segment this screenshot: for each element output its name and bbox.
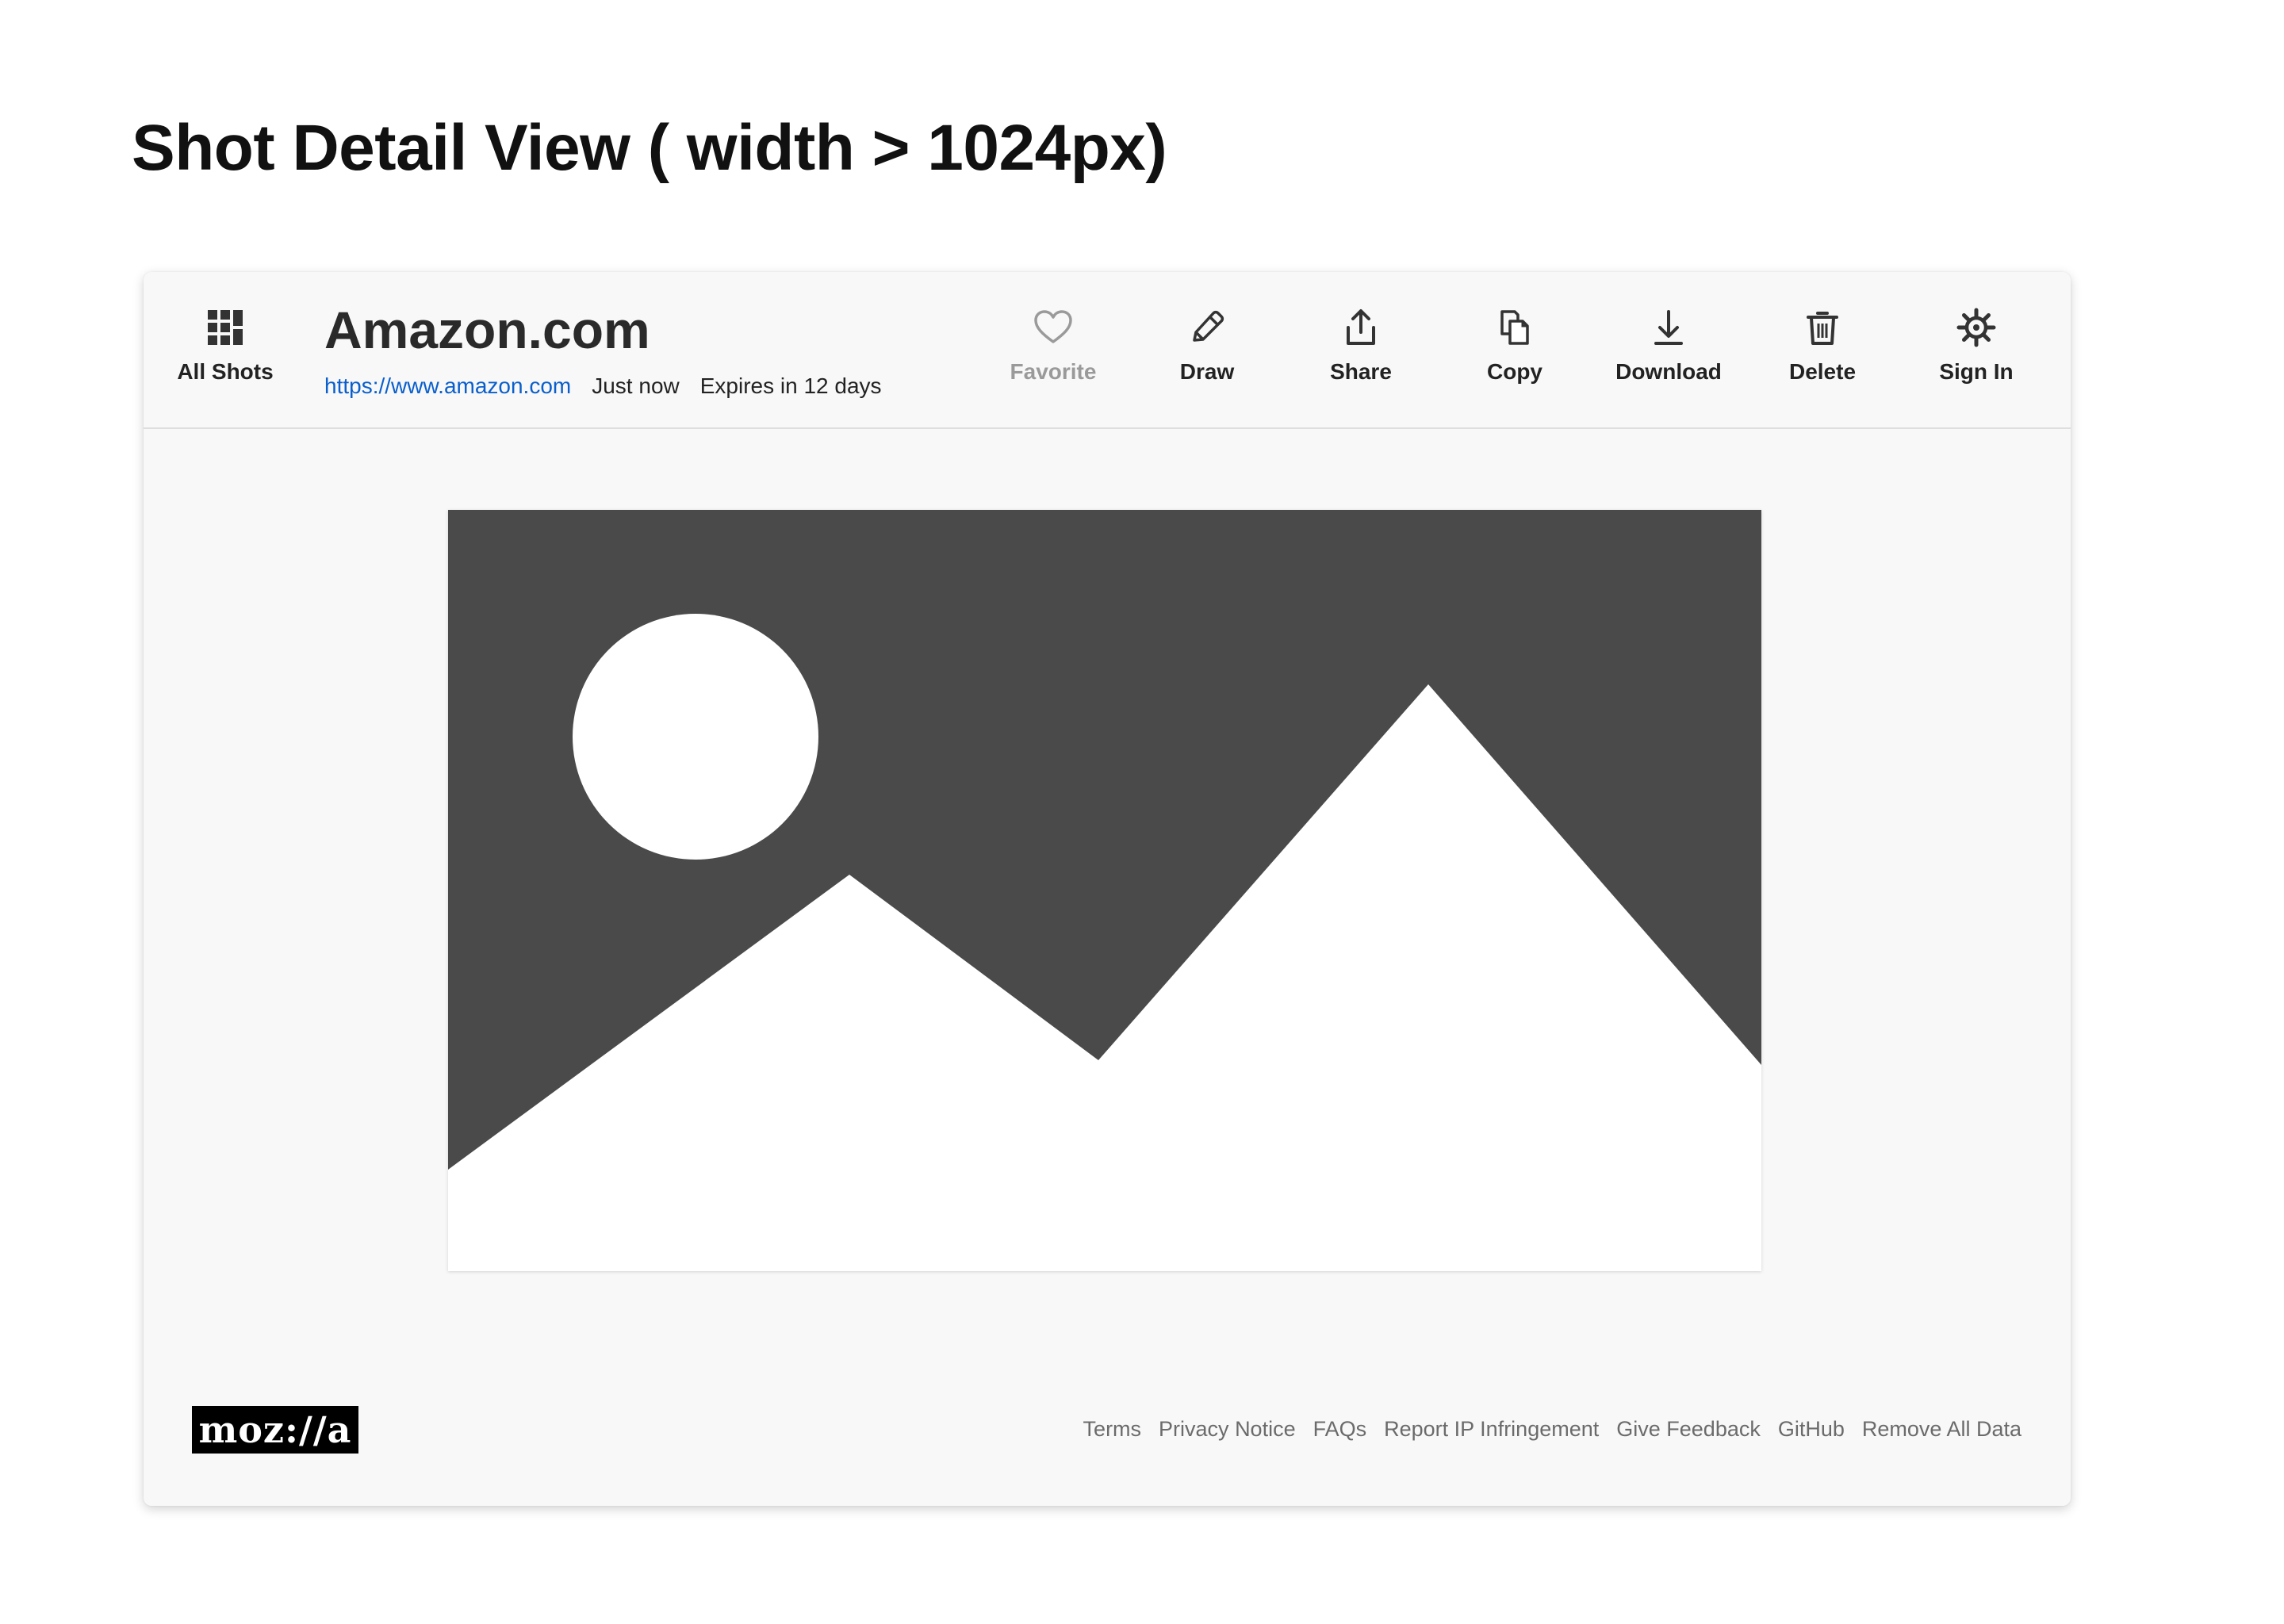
draw-label: Draw [1179, 359, 1235, 384]
page-title: Shot Detail View ( width > 1024px) [132, 112, 1167, 184]
footer-link-faqs[interactable]: FAQs [1313, 1417, 1367, 1442]
mozilla-logo[interactable]: moz://a [192, 1406, 358, 1454]
download-label: Download [1615, 359, 1722, 384]
footer-link-privacy[interactable]: Privacy Notice [1159, 1417, 1296, 1442]
shot-info: Amazon.com https://www.amazon.com Just n… [324, 304, 882, 399]
footer-link-report-ip[interactable]: Report IP Infringement [1384, 1417, 1599, 1442]
copy-icon [1500, 310, 1529, 345]
download-icon [1654, 310, 1683, 345]
shot-header: All Shots Amazon.com https://www.amazon.… [144, 272, 2071, 429]
share-label: Share [1330, 359, 1392, 384]
share-button[interactable]: Share [1284, 307, 1438, 385]
all-shots-label: All Shots [177, 359, 274, 384]
footer-link-terms[interactable]: Terms [1083, 1417, 1142, 1442]
delete-button[interactable]: Delete [1746, 307, 1899, 385]
shot-url-link[interactable]: https://www.amazon.com [324, 373, 571, 399]
sign-in-label: Sign In [1939, 359, 2014, 384]
heart-icon [1034, 310, 1072, 343]
all-shots-button[interactable]: All Shots [174, 307, 277, 385]
copy-button[interactable]: Copy [1438, 307, 1592, 385]
footer-links: Terms Privacy Notice FAQs Report IP Infr… [1083, 1417, 2021, 1442]
draw-button[interactable]: Draw [1130, 307, 1284, 385]
delete-label: Delete [1788, 359, 1857, 384]
favorite-label: Favorite [1010, 359, 1097, 384]
screenshot-image [448, 510, 1761, 1271]
trash-icon [1807, 312, 1838, 345]
gear-icon [1956, 308, 1996, 347]
browser-frame: All Shots Amazon.com https://www.amazon.… [144, 272, 2071, 1506]
favorite-button[interactable]: Favorite [976, 307, 1130, 385]
shot-meta: https://www.amazon.com Just now Expires … [324, 373, 882, 399]
download-button[interactable]: Download [1592, 307, 1746, 385]
footer: moz://a Terms Privacy Notice FAQs Report… [144, 1406, 2071, 1469]
shot-expiration: Expires in 12 days [699, 373, 882, 398]
footer-link-feedback[interactable]: Give Feedback [1616, 1417, 1761, 1442]
shot-title: Amazon.com [324, 301, 650, 359]
footer-link-remove-data[interactable]: Remove All Data [1862, 1417, 2021, 1442]
shot-actions: Favorite Draw Share Copy Download Delete… [976, 307, 2053, 385]
footer-link-github[interactable]: GitHub [1778, 1417, 1845, 1442]
shot-timestamp: Just now [592, 373, 680, 398]
sign-in-button[interactable]: Sign In [1899, 307, 2053, 385]
pencil-icon [1193, 310, 1224, 342]
image-placeholder-icon [448, 510, 1761, 1271]
copy-label: Copy [1487, 359, 1542, 384]
share-icon [1347, 309, 1375, 345]
grid-icon [208, 310, 243, 345]
